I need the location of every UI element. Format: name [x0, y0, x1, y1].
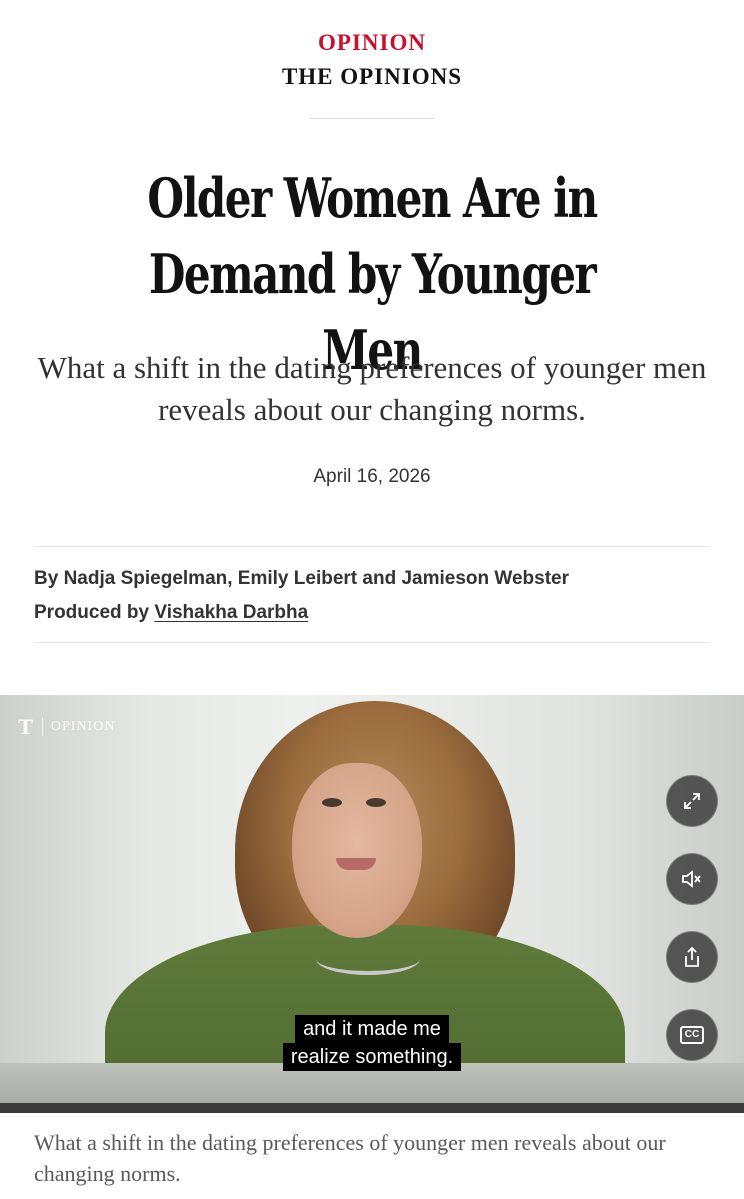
- video-caption: What a shift in the dating preferences o…: [34, 1130, 666, 1186]
- byline-divider-top: [34, 546, 710, 547]
- fullscreen-button[interactable]: [666, 775, 718, 827]
- share-button[interactable]: [666, 931, 718, 983]
- byline: By Nadja Spiegelman, Emily Leibert and J…: [34, 568, 569, 590]
- producer-credit: Produced by Vishakha Darbha: [34, 602, 308, 624]
- subtitle-line-2: realize something.: [282, 1043, 462, 1071]
- headline-line-1: Older Women Are in: [147, 166, 598, 230]
- video-progress-bar[interactable]: [0, 1103, 744, 1113]
- byline-divider-bottom: [34, 642, 710, 643]
- byline-authors: Nadja Spiegelman, Emily Leibert and Jami…: [63, 568, 569, 589]
- header-divider: [310, 118, 434, 119]
- subtitle-line-1: and it made me: [295, 1015, 449, 1043]
- video-logo-text: OPINION: [50, 719, 116, 734]
- speaker-eye-left: [322, 798, 342, 807]
- video-player[interactable]: T OPINION CC and it made me realize some…: [0, 695, 744, 1113]
- summary: What a shift in the dating preferences o…: [37, 350, 707, 427]
- speaker-mouth: [336, 858, 376, 870]
- section-kicker[interactable]: OPINION: [0, 30, 744, 56]
- video-subtitle: and it made me realize something.: [0, 1015, 744, 1071]
- nyt-logo-icon: T: [18, 715, 34, 739]
- producer-prefix: Produced by: [34, 602, 155, 623]
- speaker-face: [292, 763, 422, 938]
- producer-link[interactable]: Vishakha Darbha: [154, 602, 308, 623]
- video-logo: T OPINION: [18, 715, 115, 739]
- logo-divider: [41, 718, 43, 736]
- byline-prefix: By: [34, 568, 64, 589]
- expand-icon: [684, 793, 700, 809]
- publish-date: April 16, 2026: [313, 466, 431, 487]
- speaker-eye-right: [366, 798, 386, 807]
- mute-button[interactable]: [666, 853, 718, 905]
- section-title[interactable]: THE OPINIONS: [0, 64, 744, 90]
- speaker-necklace: [316, 943, 420, 975]
- share-icon: [685, 946, 699, 967]
- mute-icon: [682, 870, 701, 888]
